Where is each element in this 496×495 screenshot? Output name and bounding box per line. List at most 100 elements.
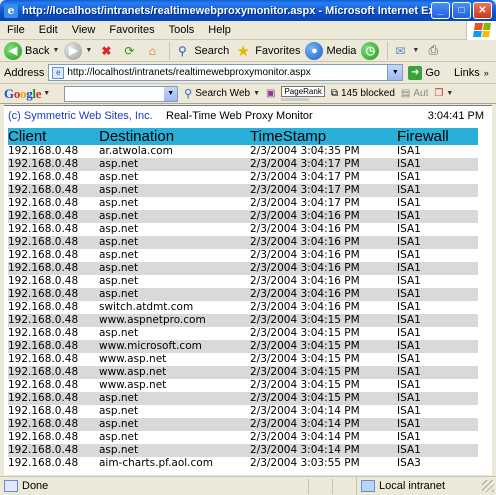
cell-timestamp: 2/3/2004 3:04:14 PM: [250, 431, 360, 443]
chevron-down-icon[interactable]: ▼: [52, 47, 59, 54]
autofill-icon: ▤: [400, 88, 411, 99]
history-icon: ◷: [361, 41, 380, 60]
go-arrow-icon: ➜: [408, 65, 423, 80]
cell-timestamp: 2/3/2004 3:04:15 PM: [250, 379, 360, 391]
cell-firewall: ISA1: [397, 184, 478, 197]
table-row: 192.168.0.48 www.asp.net 2/3/2004 3:04:15 …: [8, 379, 478, 392]
minimize-button[interactable]: _: [431, 2, 450, 19]
menu-edit[interactable]: Edit: [32, 24, 65, 36]
google-logo[interactable]: Google: [4, 86, 42, 102]
chevron-right-icon[interactable]: »: [484, 68, 489, 78]
window-titlebar[interactable]: e http://localhost/intranets/realtimeweb…: [0, 0, 496, 21]
cell-destination: www.aspnetpro.com: [99, 314, 250, 327]
stop-button[interactable]: ✖: [97, 42, 115, 60]
cell-firewall: ISA1: [397, 197, 421, 209]
ie-icon: e: [4, 3, 18, 18]
cell-timestamp: 2/3/2004 3:04:17 PM: [250, 158, 397, 171]
menu-bar: File Edit View Favorites Tools Help: [0, 20, 496, 40]
popup-blocker-button[interactable]: ⧉ 145 blocked: [331, 88, 395, 99]
cell-client: 192.168.0.48: [8, 210, 99, 223]
cell-timestamp: 2/3/2004 3:04:16 PM: [250, 262, 397, 275]
media-button[interactable]: ● Media: [305, 41, 356, 60]
page-icon: [4, 480, 18, 492]
cell-firewall: ISA1: [397, 327, 421, 339]
company-link[interactable]: (c) Symmetric Web Sites, Inc.: [8, 110, 153, 122]
back-button[interactable]: ◀ Back ▼: [4, 41, 59, 60]
chevron-down-icon[interactable]: ▼: [412, 47, 419, 54]
search-web-button[interactable]: ⚲ Search Web ▼: [184, 87, 260, 100]
cell-timestamp: 2/3/2004 3:04:16 PM: [250, 249, 360, 261]
menu-favorites[interactable]: Favorites: [102, 24, 161, 36]
cell-client: 192.168.0.48: [8, 262, 99, 275]
history-button[interactable]: ◷: [361, 41, 380, 60]
cell-destination: asp.net: [99, 171, 139, 183]
mail-icon: ✉: [395, 43, 406, 58]
cell-firewall: ISA1: [397, 288, 478, 301]
status-text: Done: [22, 480, 49, 492]
cell-timestamp: 2/3/2004 3:04:16 PM: [250, 288, 397, 301]
column-header-timestamp: TimeStamp: [250, 128, 397, 145]
cell-destination: asp.net: [99, 197, 139, 209]
current-time: 3:04:41 PM: [427, 110, 484, 122]
menu-view[interactable]: View: [65, 24, 103, 36]
home-icon: ⌂: [148, 43, 156, 58]
autofill-button[interactable]: ▤ Aut: [401, 88, 428, 99]
cell-client: 192.168.0.48: [8, 249, 79, 261]
table-row: 192.168.0.48 asp.net 2/3/2004 3:04:16 PM IS…: [8, 288, 478, 301]
chevron-down-icon: ▼: [253, 90, 260, 97]
address-input[interactable]: e http://localhost/intranets/realtimeweb…: [48, 64, 404, 81]
cell-destination: switch.atdmt.com: [99, 301, 194, 313]
forward-button[interactable]: ▶ ▼: [64, 41, 92, 60]
cell-destination: ar.atwola.com: [99, 145, 173, 157]
close-button[interactable]: ✕: [473, 2, 492, 19]
cell-client: 192.168.0.48: [8, 444, 99, 457]
chevron-down-icon[interactable]: ▼: [387, 65, 403, 80]
chevron-down-icon[interactable]: ▼: [85, 47, 92, 54]
cell-destination: www.microsoft.com: [99, 340, 250, 353]
print-button[interactable]: ⎙: [424, 42, 442, 60]
cell-firewall: ISA1: [397, 431, 421, 443]
table-row: 192.168.0.48 asp.net 2/3/2004 3:04:15 PM IS…: [8, 327, 478, 340]
column-header-firewall: Firewall: [397, 128, 478, 145]
table-row: 192.168.0.48 asp.net 2/3/2004 3:04:16 PM IS…: [8, 210, 478, 223]
resize-grip[interactable]: [482, 480, 494, 492]
cell-client: 192.168.0.48: [8, 236, 99, 249]
cell-client: 192.168.0.48: [8, 158, 99, 171]
options-button[interactable]: ❐ ▼: [434, 88, 453, 99]
popup-blocker-icon: ⧉: [330, 88, 338, 99]
google-search-input[interactable]: ▼: [64, 85, 179, 102]
chevron-down-icon[interactable]: ▼: [43, 90, 50, 97]
page-info-button[interactable]: ▣: [266, 88, 275, 99]
cell-client: 192.168.0.48: [8, 145, 79, 157]
cell-destination: asp.net: [99, 405, 139, 417]
chevron-down-icon[interactable]: ▼: [164, 86, 178, 101]
cell-timestamp: 2/3/2004 3:04:15 PM: [250, 392, 397, 405]
menu-help[interactable]: Help: [201, 24, 238, 36]
pagerank-indicator[interactable]: PageRank: [281, 86, 325, 101]
cell-client: 192.168.0.48: [8, 392, 99, 405]
table-row: 192.168.0.48 asp.net 2/3/2004 3:04:16 PM IS…: [8, 236, 478, 249]
home-button[interactable]: ⌂: [143, 42, 161, 60]
menu-tools[interactable]: Tools: [162, 24, 202, 36]
table-row: 192.168.0.48 asp.net 2/3/2004 3:04:16 PM IS…: [8, 275, 478, 288]
cell-firewall: ISA1: [397, 210, 478, 223]
cell-firewall: ISA1: [397, 340, 478, 353]
menu-file[interactable]: File: [0, 24, 32, 36]
mail-button[interactable]: ✉ ▼: [391, 42, 419, 60]
go-button[interactable]: ➜ Go: [408, 65, 440, 80]
refresh-button[interactable]: ⟳: [120, 42, 138, 60]
cell-timestamp: 2/3/2004 3:04:35 PM: [250, 145, 360, 157]
favorites-button[interactable]: ★ Favorites: [234, 42, 300, 60]
cell-firewall: ISA1: [397, 392, 478, 405]
table-body: 192.168.0.48 ar.atwola.com 2/3/2004 3:04:3…: [8, 145, 478, 470]
cell-timestamp: 2/3/2004 3:03:55 PM: [250, 457, 360, 469]
column-header-destination: Destination: [99, 128, 250, 145]
links-button[interactable]: Links: [454, 67, 480, 79]
maximize-button[interactable]: □: [452, 2, 471, 19]
security-zone[interactable]: Local intranet: [356, 477, 482, 495]
search-web-label: Search Web: [195, 88, 251, 99]
search-button[interactable]: ⚲ Search: [173, 42, 229, 60]
cell-firewall: ISA1: [397, 275, 421, 287]
cell-client: 192.168.0.48: [8, 301, 79, 313]
table-row: 192.168.0.48 www.aspnetpro.com 2/3/2004 3:…: [8, 314, 478, 327]
